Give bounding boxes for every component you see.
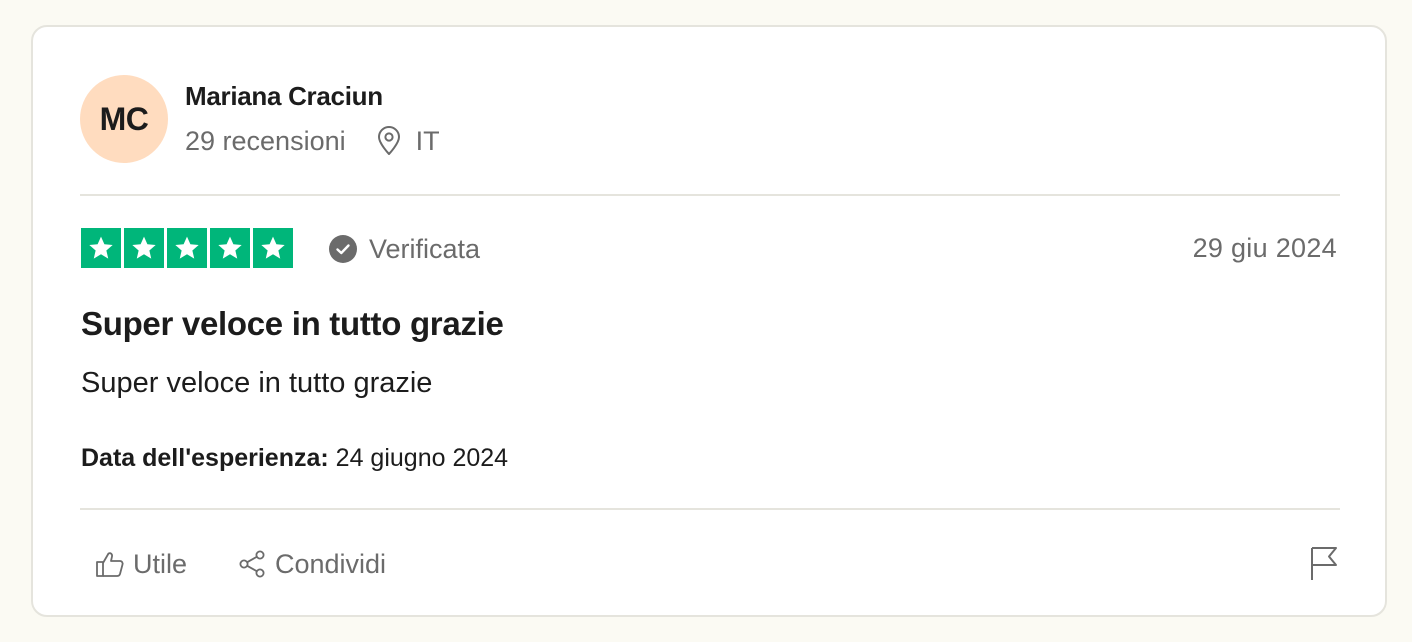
star-icon [81, 228, 121, 268]
divider-bottom [80, 508, 1340, 510]
review-title: Super veloce in tutto grazie [81, 305, 504, 342]
divider-top [80, 194, 1340, 196]
star-icon [210, 228, 250, 268]
report-button[interactable] [1309, 545, 1339, 581]
star-icon [253, 228, 293, 268]
star-rating [81, 228, 293, 268]
experience-date-value: 24 giugno 2024 [335, 444, 509, 472]
star-icon [167, 228, 207, 268]
review-date: 29 giu 2024 [1192, 233, 1337, 263]
review-card: MC Mariana Craciun 29 recensioni IT Veri… [31, 25, 1387, 617]
flag-icon [1311, 547, 1337, 580]
thumbs-up-icon [96, 552, 124, 577]
check-circle-icon [329, 235, 357, 263]
useful-label: Utile [133, 548, 188, 579]
verified-label: Verificata [369, 233, 481, 264]
star-icon [124, 228, 164, 268]
experience-label: Data dell'esperienza: [81, 444, 329, 472]
reviewer-name[interactable]: Mariana Craciun [185, 81, 383, 112]
verified-badge[interactable]: Verificata [329, 232, 480, 266]
share-label: Condividi [275, 548, 387, 579]
review-body: Super veloce in tutto grazie [81, 367, 433, 399]
share-icon [239, 550, 265, 578]
reviews-count: 29 recensioni [185, 125, 346, 156]
location-pin-icon [376, 125, 406, 157]
avatar[interactable]: MC [80, 75, 168, 163]
useful-button[interactable]: Utile [95, 545, 187, 583]
reviewer-meta: 29 recensioni IT [185, 125, 440, 157]
experience-date: Data dell'esperienza: 24 giugno 2024 [81, 444, 508, 473]
reviewer-country: IT [415, 125, 440, 156]
share-button[interactable]: Condividi [237, 545, 386, 583]
avatar-initials: MC [99, 100, 149, 137]
